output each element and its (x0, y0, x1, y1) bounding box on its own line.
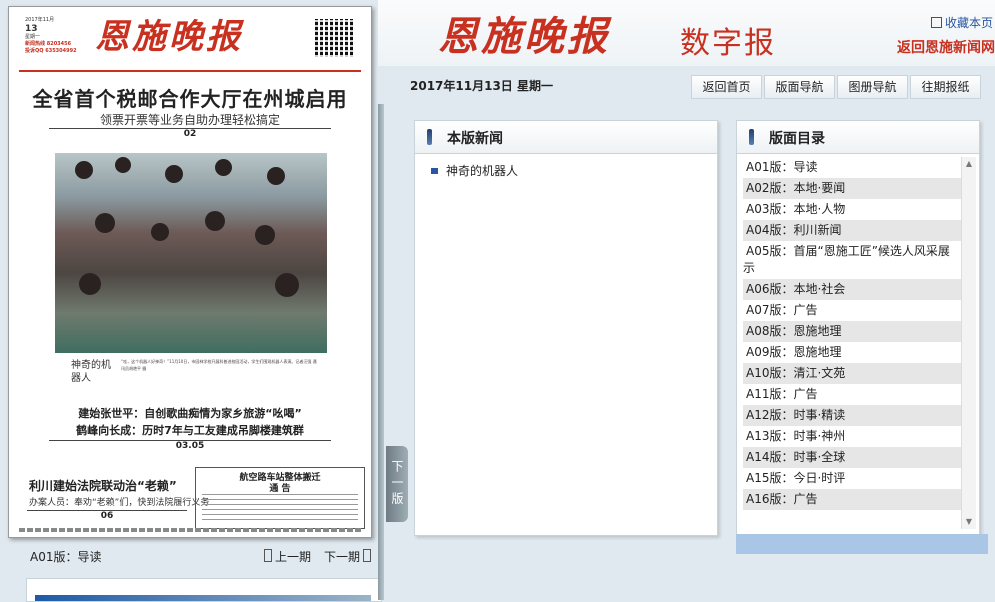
page-news-title: 本版新闻 (447, 131, 503, 147)
page-ref-06: 06 (27, 510, 187, 521)
directory-item[interactable]: A06版：本地·社会 (743, 279, 961, 300)
paper-footer-line (19, 528, 361, 532)
headline-court-sub: 办案人员：奉劝“老赖”们，快到法院履行义务 (29, 498, 210, 508)
current-page-label: A01版：导读 (30, 550, 102, 564)
site-logo-suffix: 数字报 (680, 26, 776, 61)
masthead-weekday: 星期一 (25, 34, 41, 40)
masthead-qq: 投诉QQ 635304992 (25, 48, 77, 54)
directory-item[interactable]: A01版：导读 (743, 157, 961, 178)
site-logo: 恩施晚报 (438, 13, 610, 60)
page-directory-list: A01版：导读 A02版：本地·要闻 A03版：本地·人物 A04版：利川新闻 … (743, 157, 961, 529)
masthead-month: 2017年11月 (25, 17, 55, 23)
directory-item[interactable]: A02版：本地·要闻 (743, 178, 961, 199)
scroll-down-icon[interactable]: ▼ (962, 515, 976, 529)
directory-item[interactable]: A08版：恩施地理 (743, 321, 961, 342)
directory-item[interactable]: A12版：时事·精读 (743, 405, 961, 426)
lead-headline[interactable]: 全省首个税邮合作大厅在州城启用 (9, 83, 371, 112)
prev-issue-link[interactable]: 上一期 (264, 548, 311, 565)
directory-item[interactable]: A05版：首届“恩施工匠”候选人风采展示 (743, 241, 961, 279)
bookmark-icon (930, 17, 942, 28)
directory-item[interactable]: A10版：清江·文苑 (743, 363, 961, 384)
issue-date: 2017年11月13日 星期一 (410, 79, 553, 93)
photo-caption-text: “哇，这个机器人好神奇！”11月10日，市园林学校开展科普进校园活动，学生们围观… (121, 359, 317, 371)
thumbnail-bar (35, 595, 371, 601)
bullet-icon (431, 168, 438, 174)
home-button[interactable]: 返回首页 (691, 75, 762, 99)
masthead-hotline: 新闻热线 8203456 (25, 41, 72, 47)
lead-subheadline: 领票开票等业务自助办理轻松搞定 (99, 113, 280, 127)
page-news-panel: 本版新闻 神奇的机器人 (414, 120, 718, 536)
paper-logo: 恩施晚报 (95, 17, 243, 57)
back-to-news-link[interactable]: 返回恩施新闻网 (897, 37, 995, 57)
notice-subtitle: 通 告 (269, 484, 291, 494)
page-nav-button[interactable]: 版面导航 (764, 75, 835, 99)
next-arrow-icon (363, 549, 372, 562)
directory-footer-bar (736, 534, 988, 554)
page-directory-header: 版面目录 (737, 121, 979, 154)
gallery-nav-button[interactable]: 图册导航 (837, 75, 908, 99)
page-ref-02: 02 (49, 128, 331, 139)
directory-item[interactable]: A16版：广告 (743, 489, 961, 510)
thumbnail-strip (26, 578, 382, 602)
headline-jianshi[interactable]: 建始张世平：自创歌曲痴情为家乡旅游“吆喝” (9, 405, 371, 421)
photo-caption-title: 神奇的机器人 (71, 360, 111, 384)
news-list-item[interactable]: 神奇的机器人 (431, 162, 518, 179)
masthead-divider (19, 70, 361, 72)
header-banner: 恩施晚报 数字报 收藏本页 返回恩施新闻网 (378, 0, 995, 66)
next-issue-link[interactable]: 下一期 (324, 548, 372, 565)
page-directory-panel: 版面目录 A01版：导读 A02版：本地·要闻 A03版：本地·人物 A04版：… (736, 120, 980, 536)
station-relocation-notice[interactable]: 航空路车站整体搬迁 通 告 (195, 467, 365, 529)
directory-item[interactable]: A07版：广告 (743, 300, 961, 321)
robot-children-photo[interactable] (55, 153, 327, 353)
directory-item[interactable]: A03版：本地·人物 (743, 199, 961, 220)
headline-hefeng[interactable]: 鹤峰向长成：历时7年与工友建成吊脚楼建筑群 (9, 422, 371, 438)
masthead-day: 13 (25, 24, 38, 34)
left-column: 2017年11月 13 星期一 新闻热线 8203456 投诉QQ 635304… (0, 0, 382, 602)
headline-court[interactable]: 利川建始法院联动治“老赖” (29, 477, 177, 494)
newspaper-page-image[interactable]: 2017年11月 13 星期一 新闻热线 8203456 投诉QQ 635304… (8, 6, 372, 538)
directory-item[interactable]: A14版：时事·全球 (743, 447, 961, 468)
directory-item[interactable]: A11版：广告 (743, 384, 961, 405)
page-directory-title: 版面目录 (769, 131, 825, 147)
notice-body-text (202, 494, 358, 522)
pin-icon (427, 129, 432, 145)
date-toolbar: 2017年11月13日 星期一 返回首页 版面导航 图册导航 往期报纸 (378, 66, 995, 104)
past-issues-button[interactable]: 往期报纸 (910, 75, 981, 99)
page-ref-0305: 03.05 (49, 440, 331, 451)
directory-item[interactable]: A09版：恩施地理 (743, 342, 961, 363)
pin-icon (749, 129, 754, 145)
directory-scrollbar[interactable]: ▲ ▼ (961, 157, 976, 529)
next-version-tab[interactable]: 下一版 (386, 446, 408, 522)
directory-item[interactable]: A04版：利川新闻 (743, 220, 961, 241)
directory-item[interactable]: A13版：时事·神州 (743, 426, 961, 447)
page-news-header: 本版新闻 (415, 121, 717, 154)
favorite-link[interactable]: 收藏本页 (930, 14, 993, 31)
scroll-up-icon[interactable]: ▲ (962, 157, 976, 171)
paper-masthead-info: 2017年11月 13 星期一 新闻热线 8203456 投诉QQ 635304… (25, 17, 85, 55)
directory-item[interactable]: A15版：今日·时评 (743, 468, 961, 489)
prev-arrow-icon (264, 549, 272, 562)
qr-code-icon (315, 19, 353, 57)
